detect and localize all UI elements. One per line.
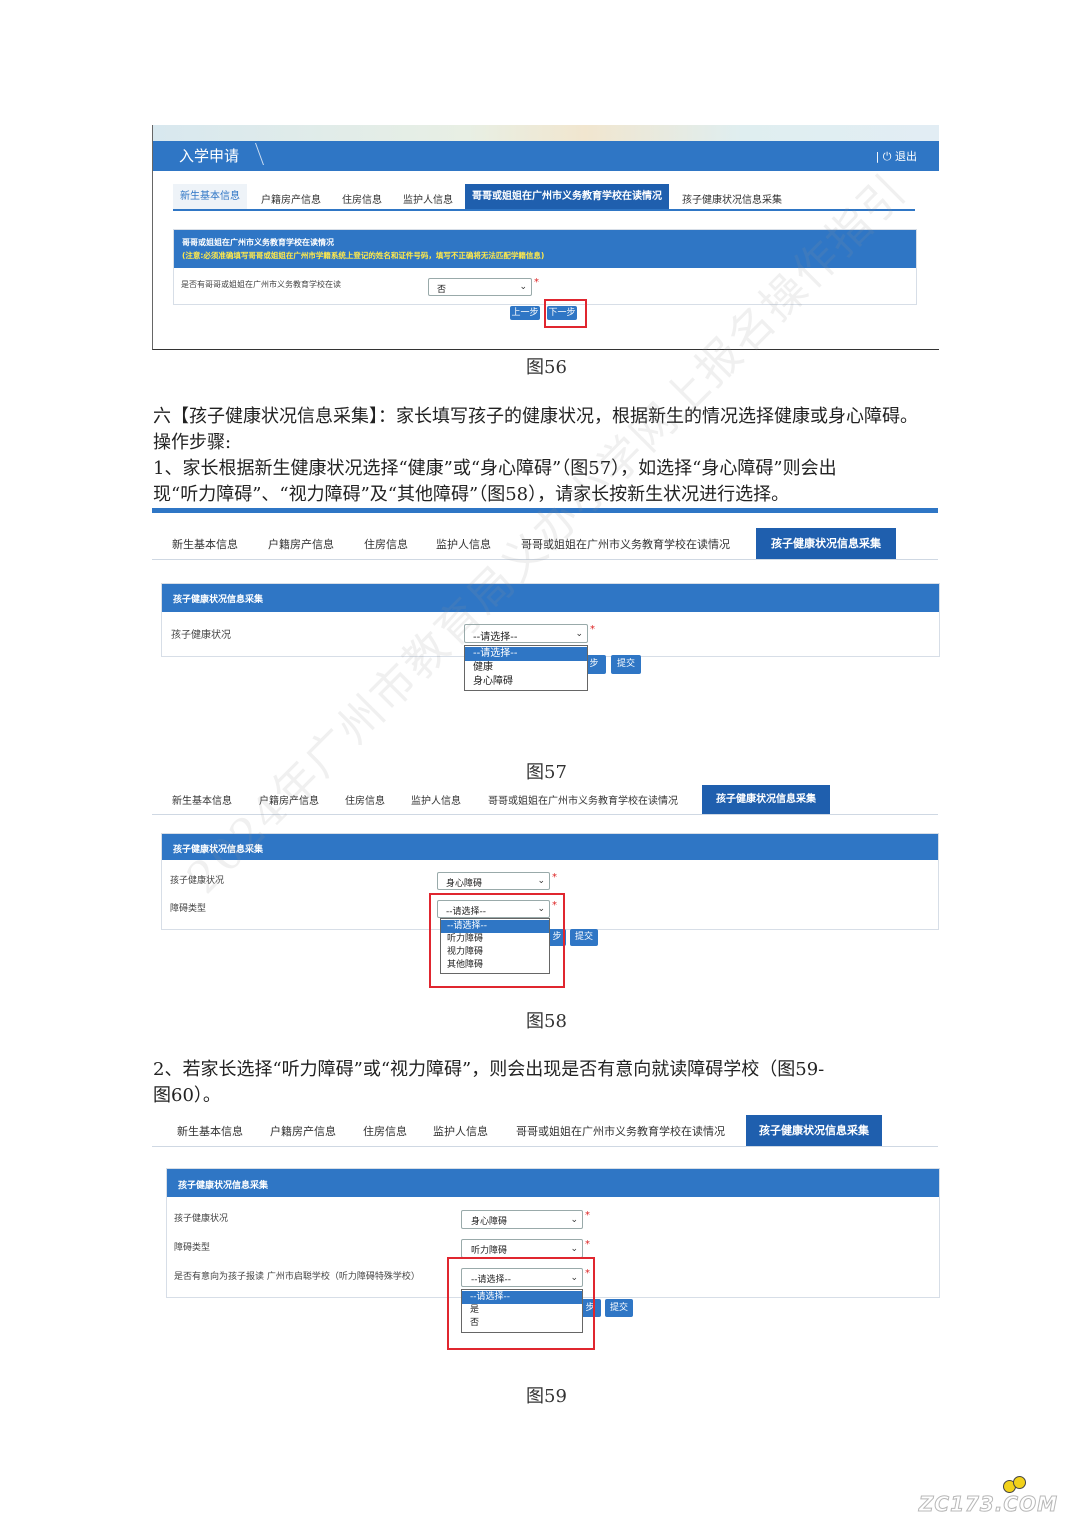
logo-dot-icon <box>1013 1476 1026 1489</box>
section-title: 哥哥或姐姐在广州市义务教育学校在读情况 <box>182 238 334 247</box>
tab-bar: 新生基本信息 户籍房产信息 住房信息 监护人信息 哥哥或姐姐在广州市义务教育学校… <box>152 1115 938 1147</box>
highlight-box <box>429 893 565 988</box>
step2-line2: 图60）。 <box>153 1085 221 1106</box>
section6-line3: 1、家长根据新生健康状况选择“健康”或“身心障碍”（图57），如选择“身心障碍”… <box>153 458 837 479</box>
submit-button[interactable]: 提交 <box>611 655 641 674</box>
health-label: 孩子健康状况 <box>171 630 231 641</box>
tab-housing[interactable]: 住房信息 <box>363 1123 407 1139</box>
tab-guardian[interactable]: 监护人信息 <box>411 792 461 807</box>
tab-health[interactable]: 孩子健康状况信息采集 <box>746 1115 882 1146</box>
app-header: 入学申请 | ⏻ 退出 <box>153 141 939 171</box>
tab-health[interactable]: 孩子健康状况信息采集 <box>682 191 782 206</box>
health-select[interactable]: 身心障碍 ⌄ <box>461 1210 583 1229</box>
site-logo: ZC173.COM <box>918 1492 1058 1517</box>
tab-basic-info[interactable]: 新生基本信息 <box>172 792 232 807</box>
tab-health[interactable]: 孩子健康状况信息采集 <box>756 528 896 559</box>
tab-housing[interactable]: 住房信息 <box>364 536 408 552</box>
tab-housing[interactable]: 住房信息 <box>342 191 382 206</box>
section-title: 孩子健康状况信息采集 <box>173 595 264 605</box>
section6-line1: 六【孩子健康状况信息采集】：家长填写孩子的健康状况，根据新生的情况选择健康或身心… <box>153 406 918 427</box>
highlight-box <box>447 1257 595 1350</box>
required-mark: * <box>585 1239 590 1250</box>
tab-health[interactable]: 孩子健康状况信息采集 <box>702 785 830 814</box>
caption-57: 图57 <box>526 762 567 783</box>
tab-guardian[interactable]: 监护人信息 <box>403 191 453 206</box>
prev-button[interactable]: 上一步 <box>510 306 540 320</box>
special-school-label: 是否有意向为孩子报读 广州市启聪学校（听力障碍特殊学校） <box>174 1272 420 1282</box>
tab-basic-info[interactable]: 新生基本信息 <box>177 1123 243 1139</box>
step2-line1: 2、若家长选择“听力障碍”或“视力障碍”，则会出现是否有意向就读障碍学校（图59… <box>153 1059 825 1080</box>
chevron-down-icon: ⌄ <box>575 628 583 639</box>
option-healthy[interactable]: 健康 <box>465 661 587 675</box>
highlight-box <box>544 299 587 328</box>
section-note: (注意:必须准确填写哥哥或姐姐在广州市学籍系统上登记的姓名和证件号码，填写不正确… <box>182 251 545 260</box>
health-label: 孩子健康状况 <box>174 1214 229 1224</box>
disability-type-label: 障碍类型 <box>170 904 207 914</box>
section-title: 孩子健康状况信息采集 <box>178 1181 269 1191</box>
chevron-down-icon: ⌄ <box>570 1243 578 1254</box>
sibling-select[interactable]: 否 ⌄ <box>428 278 532 296</box>
option-placeholder[interactable]: --请选择-- <box>465 647 587 661</box>
required-mark: * <box>534 277 539 288</box>
tab-household[interactable]: 户籍房产信息 <box>261 191 321 206</box>
health-select[interactable]: 身心障碍 ⌄ <box>437 872 550 890</box>
app-title: 入学申请 <box>179 147 240 165</box>
figure-59-screenshot: 新生基本信息 户籍房产信息 住房信息 监护人信息 哥哥或姐姐在广州市义务教育学校… <box>152 1112 940 1362</box>
section6-line2: 操作步骤: <box>153 432 232 453</box>
required-mark: * <box>585 1210 590 1221</box>
required-mark: * <box>552 872 557 883</box>
chevron-down-icon: ⌄ <box>537 876 545 886</box>
tab-bar: 新生基本信息 户籍房产信息 住房信息 监护人信息 哥哥或姐姐在广州市义务教育学校… <box>173 184 915 211</box>
tab-sibling[interactable]: 哥哥或姐姐在广州市义务教育学校在读情况 <box>516 1123 725 1139</box>
disability-type-label: 障碍类型 <box>174 1243 211 1253</box>
section-header: 孩子健康状况信息采集 <box>162 584 939 612</box>
tab-household[interactable]: 户籍房产信息 <box>268 536 334 552</box>
required-mark: * <box>590 624 595 635</box>
tab-housing[interactable]: 住房信息 <box>345 792 385 807</box>
tab-sibling[interactable]: 哥哥或姐姐在广州市义务教育学校在读情况 <box>488 792 678 807</box>
submit-button[interactable]: 提交 <box>570 929 598 946</box>
chevron-down-icon: ⌄ <box>570 1214 578 1225</box>
caption-56: 图56 <box>526 357 567 378</box>
health-dropdown: --请选择-- 健康 身心障碍 <box>464 645 588 691</box>
caption-58: 图58 <box>526 1011 567 1032</box>
option-disability[interactable]: 身心障碍 <box>465 675 587 689</box>
tab-basic-info[interactable]: 新生基本信息 <box>173 184 247 210</box>
breadcrumb-chevron-icon <box>236 143 265 165</box>
caption-59: 图59 <box>526 1386 567 1407</box>
power-icon: ⏻ <box>882 150 892 163</box>
submit-button[interactable]: 提交 <box>605 1299 633 1317</box>
tab-sibling[interactable]: 哥哥或姐姐在广州市义务教育学校在读情况 <box>465 184 669 210</box>
tab-household[interactable]: 户籍房产信息 <box>270 1123 336 1139</box>
chevron-down-icon: ⌄ <box>519 282 527 292</box>
tab-basic-info[interactable]: 新生基本信息 <box>172 536 238 552</box>
logout-link[interactable]: | ⏻ 退出 <box>876 148 917 164</box>
field-label: 是否有哥哥或姐姐在广州市义务教育学校在读 <box>181 280 341 289</box>
section-header: 孩子健康状况信息采集 <box>167 1169 939 1197</box>
section6-line4: 现“听力障碍”、“视力障碍”及“其他障碍”（图58），请家长按新生状况进行选择。 <box>153 484 790 505</box>
banner-image <box>153 125 939 141</box>
tab-guardian[interactable]: 监护人信息 <box>433 1123 488 1139</box>
disability-type-select[interactable]: 听力障碍 ⌄ <box>461 1239 583 1258</box>
